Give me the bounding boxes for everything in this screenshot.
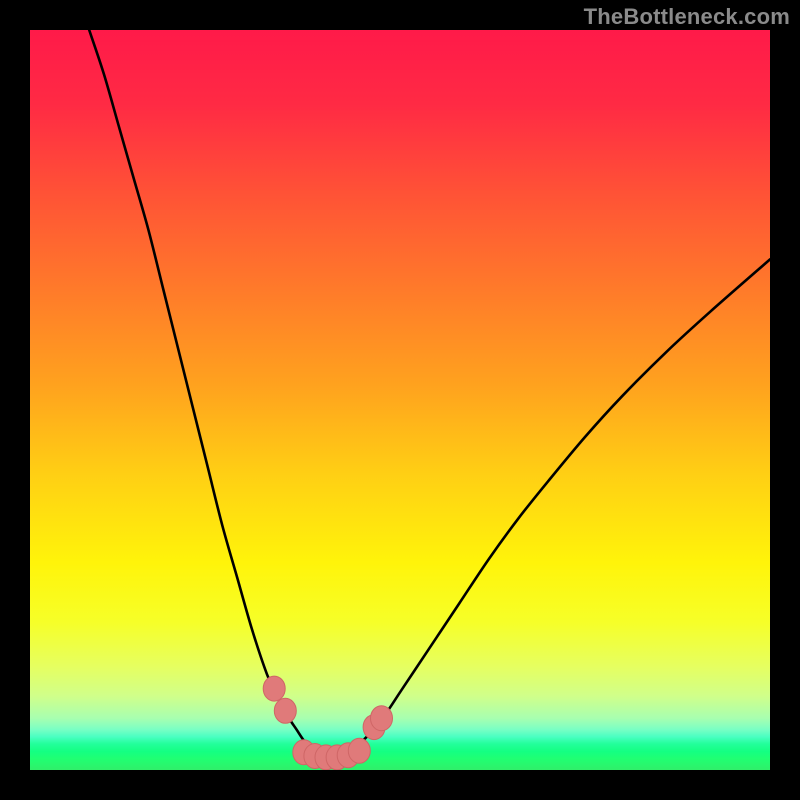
gradient-background (30, 30, 770, 770)
marker-9 (371, 706, 393, 731)
chart-frame: TheBottleneck.com (0, 0, 800, 800)
watermark-text: TheBottleneck.com (584, 4, 790, 30)
marker-7 (348, 738, 370, 763)
plot-area (30, 30, 770, 770)
chart-svg (30, 30, 770, 770)
marker-1 (274, 698, 296, 723)
marker-0 (263, 676, 285, 701)
